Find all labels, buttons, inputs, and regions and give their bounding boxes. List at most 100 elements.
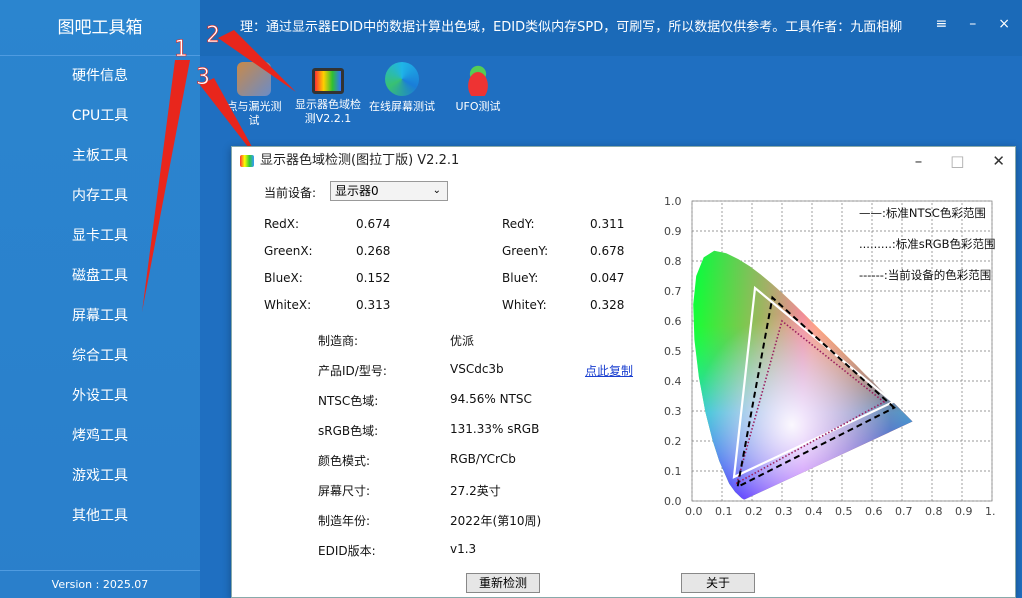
tool-monitor-gamut[interactable]: 显示器色域检测V2.2.1 [288,62,368,126]
topbar: 理：通过显示器EDID中的数据计算出色域，EDID类似内存SPD，可刷写，所以数… [200,0,1022,56]
tool-ufo-test[interactable]: UFO测试 [438,62,518,114]
copy-link[interactable]: 点此复制 [585,362,633,379]
info-key: 颜色模式: [318,454,371,468]
info-value: 94.56% NTSC [450,392,532,406]
about-button[interactable]: 关于 [681,573,755,593]
info-key: sRGB色域: [318,424,379,438]
sidebar-item-game[interactable]: 游戏工具 [0,456,200,496]
device-label: 当前设备: [264,186,317,200]
x-tick-label: 0.7 [895,505,913,518]
info-key: EDID版本: [318,544,376,558]
x-tick-label: 0.0 [685,505,703,518]
coord-key: WhiteY: [502,298,547,312]
redetect-button[interactable]: 重新检测 [466,573,540,593]
dialog-title-bar: 显示器色域检测(图拉丁版) V2.2.1 [232,147,1015,175]
menu-icon[interactable]: ≡ [936,16,948,32]
sidebar-item-cpu[interactable]: CPU工具 [0,96,200,136]
chevron-down-icon: ⌄ [432,185,441,196]
ufo-icon [461,62,495,96]
sidebar-item-other[interactable]: 其他工具 [0,496,200,536]
info-value: v1.3 [450,542,477,556]
dialog-maximize-icon[interactable]: □ [950,147,964,175]
minimize-button[interactable]: – [969,16,976,32]
sidebar-item-motherboard[interactable]: 主板工具 [0,136,200,176]
x-tick-label: 0.2 [745,505,763,518]
y-tick-label: 0.8 [664,255,682,268]
app-logo-icon [240,155,254,167]
info-value: 2022年(第10周) [450,514,542,528]
coord-key: BlueY: [502,271,539,285]
x-tick-label: 0.9 [955,505,973,518]
x-tick-label: 0.5 [835,505,853,518]
info-key: 屏幕尺寸: [318,484,371,498]
coord-key: RedY: [502,217,535,231]
legend-entry: .........:标准sRGB色彩范围 [859,237,996,251]
sidebar-nav: 硬件信息 CPU工具 主板工具 内存工具 显卡工具 磁盘工具 屏幕工具 综合工具… [0,56,200,536]
info-value: 优派 [450,334,475,348]
info-key: NTSC色域: [318,394,379,408]
sidebar-item-screen[interactable]: 屏幕工具 [0,296,200,336]
coord-value: 0.047 [590,271,625,285]
y-tick-label: 0.1 [664,465,682,478]
tool-pixel-test[interactable]: 点与漏光测试 [214,62,294,128]
x-tick-label: 0.8 [925,505,943,518]
y-tick-label: 0.4 [664,375,682,388]
app-title: 图吧工具箱 [0,0,200,56]
tool-label: 显示器色域检测V2.2.1 [295,98,361,125]
coord-value: 0.311 [590,217,625,231]
spectral-locus-white [693,250,913,500]
legend-entry: ——:标准NTSC色彩范围 [859,206,986,220]
device-select[interactable]: 显示器0 ⌄ [330,181,448,201]
info-value: 27.2英寸 [450,484,501,498]
sidebar-item-stress[interactable]: 烤鸡工具 [0,416,200,456]
tool-online-screen-test[interactable]: 在线屏幕测试 [362,62,442,114]
close-button[interactable]: × [998,16,1010,32]
coord-value: 0.678 [590,244,625,258]
x-tick-label: 0.6 [865,505,883,518]
coord-key: BlueX: [264,271,303,285]
tool-label: UFO测试 [455,100,501,113]
sidebar-item-gpu[interactable]: 显卡工具 [0,216,200,256]
x-tick-label: 0.1 [715,505,733,518]
sidebar-item-peripheral[interactable]: 外设工具 [0,376,200,416]
coord-value: 0.152 [356,271,391,285]
sidebar-item-hardware[interactable]: 硬件信息 [0,56,200,96]
x-tick-label: 1. [985,505,996,518]
device-select-value: 显示器0 [335,184,379,198]
chart-legend: ——:标准NTSC色彩范围 .........:标准sRGB色彩范围 ------:… [859,206,996,282]
x-tick-label: 0.4 [805,505,823,518]
dialog-close-icon[interactable]: ✕ [992,147,1005,175]
sidebar: 图吧工具箱 硬件信息 CPU工具 主板工具 内存工具 显卡工具 磁盘工具 屏幕工… [0,0,200,598]
window-controls: ≡ – × [936,16,1010,32]
coord-key: RedX: [264,217,300,231]
info-value: RGB/YCrCb [450,452,516,466]
coord-value: 0.328 [590,298,625,312]
dialog-minimize-icon[interactable]: – [915,147,923,175]
y-tick-label: 0.2 [664,435,682,448]
y-tick-label: 0.0 [664,495,682,508]
gamut-dialog: 显示器色域检测(图拉丁版) V2.2.1 – □ ✕ 当前设备: 显示器0 ⌄ … [231,146,1016,598]
y-tick-label: 0.7 [664,285,682,298]
tool-label: 在线屏幕测试 [369,100,435,113]
info-key: 产品ID/型号: [318,364,387,378]
sidebar-item-memory[interactable]: 内存工具 [0,176,200,216]
sidebar-item-disk[interactable]: 磁盘工具 [0,256,200,296]
coord-value: 0.674 [356,217,391,231]
y-tick-label: 0.3 [664,405,682,418]
edge-browser-icon [385,62,419,96]
y-tick-label: 0.6 [664,315,682,328]
coord-key: GreenX: [264,244,313,258]
coord-value: 0.313 [356,298,391,312]
y-tick-label: 0.9 [664,225,682,238]
legend-entry: ------:当前设备的色彩范围 [859,268,991,282]
dialog-title: 显示器色域检测(图拉丁版) V2.2.1 [260,153,460,168]
version-label: Version : 2025.07 [0,570,200,598]
tool-label: 点与漏光测试 [226,100,282,127]
y-tick-label: 0.5 [664,345,682,358]
info-key: 制造年份: [318,514,371,528]
coord-key: GreenY: [502,244,549,258]
sidebar-item-general[interactable]: 综合工具 [0,336,200,376]
info-value: 131.33% sRGB [450,422,540,436]
pixel-test-icon [237,62,271,96]
coord-value: 0.268 [356,244,391,258]
